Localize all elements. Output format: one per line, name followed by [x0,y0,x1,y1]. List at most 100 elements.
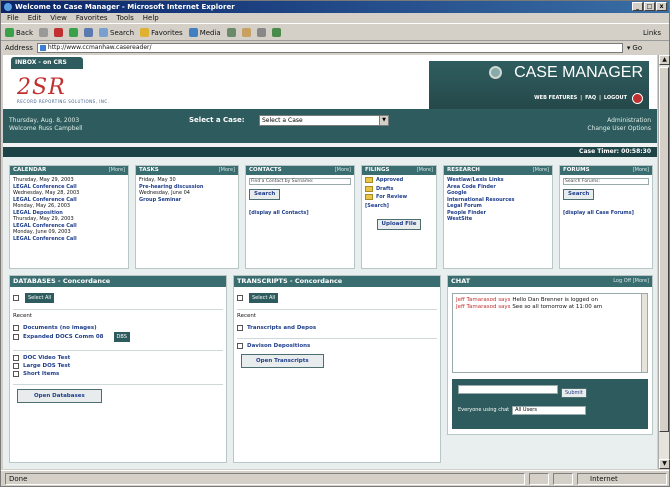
forum-search-input[interactable]: Search Forums: [563,178,649,185]
folder-drafts[interactable]: Drafts [365,186,433,193]
transcript-item[interactable]: Davison Depositions [247,343,310,349]
edit-icon [271,28,281,37]
favorites-button[interactable]: Favorites [140,28,183,37]
db-tag[interactable]: DBS [113,332,130,342]
media-button[interactable]: Media [188,28,221,37]
chat-user: Jeff Tamarasod says [456,304,511,310]
transcript-checkbox[interactable] [237,324,243,331]
contact-search-button[interactable]: Search [249,189,281,200]
address-input[interactable]: http://www.ccmanhaw.casereader/ [36,43,623,53]
menu-favorites[interactable]: Favorites [76,13,108,23]
back-button[interactable]: Back [5,28,33,37]
research-link[interactable]: WestSite [447,216,549,223]
status-text: Done [5,472,525,485]
forum-search-button[interactable]: Search [563,189,595,200]
cal-event[interactable]: LEGAL Conference Call [13,236,125,243]
db-checkbox[interactable] [13,333,19,340]
open-databases-button[interactable]: Open Databases [17,389,102,403]
menu-file[interactable]: File [7,13,19,23]
search-button[interactable]: Search [99,28,134,37]
transcript-item[interactable]: Transcripts and Depos [247,325,316,331]
administration-link[interactable]: Administration [587,117,651,125]
db-video[interactable]: DOC Video Test [23,355,70,361]
print-button[interactable] [256,28,266,37]
display-all-forums-link[interactable]: [display all Case Forums] [563,210,649,217]
menu-tools[interactable]: Tools [117,13,134,23]
close-button[interactable]: x [656,2,667,11]
dropdown-arrow-icon: ▾ [626,44,631,52]
site-header: 2SR RECORD REPORTING SOLUTIONS, INC. CAS… [3,55,657,109]
home-button[interactable] [84,28,93,37]
research-title: RESEARCH [447,167,480,173]
stop-button[interactable] [54,28,63,37]
refresh-button[interactable] [69,28,78,37]
forums-more-link[interactable]: [More] [633,166,649,175]
chat-compose: Submit Everyone using chat All Users [452,379,648,429]
upload-file-button[interactable]: Upload File [376,219,422,230]
nav-logout[interactable]: LOGOUT [604,95,627,101]
folder-for-review[interactable]: For Review [365,194,433,201]
chat-submit-button[interactable]: Submit [561,388,587,398]
task-item[interactable]: Group Seminar [139,197,235,204]
links-label[interactable]: Links [643,29,661,37]
tab-inbox[interactable]: INBOX - on CRS [11,57,83,69]
chat-links[interactable]: Log Off [More] [613,276,649,287]
go-button[interactable]: ▾ Go [627,44,642,52]
vertical-scrollbar[interactable]: ▲ ▼ [658,55,670,469]
menu-edit[interactable]: Edit [28,13,42,23]
filings-title: FILINGS [365,167,390,173]
db-checkbox[interactable] [13,370,19,377]
display-all-contacts-link[interactable]: [display all Contacts] [249,210,351,217]
db-docs[interactable]: Documents (no images) [23,325,97,331]
calendar-more-link[interactable]: [More] [109,166,125,175]
select-all-label[interactable]: Select All [249,293,279,303]
contacts-more-link[interactable]: [More] [335,166,351,175]
tasks-more-link[interactable]: [More] [219,166,235,175]
change-user-options-link[interactable]: Change User Options [587,125,651,133]
folder-approved[interactable]: Approved [365,177,433,184]
db-checkbox[interactable] [13,362,19,369]
select-case-label: Select a Case: [189,116,245,124]
scroll-up-icon[interactable]: ▲ [659,55,670,65]
edit-button[interactable] [271,28,281,37]
db-large[interactable]: Large DOS Test [23,363,70,369]
nav-faq[interactable]: FAQ [585,95,596,101]
chat-log[interactable]: Jeff Tamarasod says Hello Dan Brenner is… [452,293,648,373]
maximize-button[interactable]: □ [644,2,655,11]
select-case-dropdown[interactable]: Select a Case ▼ [259,115,389,126]
select-all-checkbox[interactable] [237,294,243,301]
chevron-down-icon: ▼ [379,116,388,125]
site-logo[interactable]: 2SR [17,75,66,100]
select-all-checkbox[interactable] [13,294,19,301]
logout-icon[interactable] [632,93,643,104]
db-expanded[interactable]: Expanded DOCS Comm 08 [23,334,104,340]
print-icon [256,28,266,37]
nav-web-features[interactable]: WEB FEATURES [534,95,577,101]
scroll-down-icon[interactable]: ▼ [659,459,670,469]
chat-recipient-select[interactable]: All Users [512,406,587,415]
history-button[interactable] [226,28,236,37]
ie-logo-icon [4,3,12,11]
contact-search-input[interactable]: Find a Contact by Surname: [249,178,351,185]
select-all-label[interactable]: Select All [25,293,55,303]
favorites-icon [140,28,150,37]
filings-more-link[interactable]: [More] [417,166,433,175]
forward-button[interactable] [39,28,48,37]
db-checkbox[interactable] [13,354,19,361]
chat-message: See so all tomorrow at 11:00 am [512,304,603,310]
mail-button[interactable] [241,28,251,37]
menu-help[interactable]: Help [143,13,159,23]
transcript-checkbox[interactable] [237,342,243,349]
chat-message-input[interactable] [458,385,558,394]
db-checkbox[interactable] [13,324,19,331]
db-short[interactable]: Short Items [23,371,59,377]
home-icon [84,28,93,37]
filings-search-link[interactable]: [Search] [365,203,433,210]
research-more-link[interactable]: [More] [533,166,549,175]
scroll-thumb[interactable] [659,67,669,432]
status-bar: Done Internet [1,470,669,486]
open-transcripts-button[interactable]: Open Transcripts [241,354,324,368]
chat-scrollbar[interactable] [641,294,647,372]
menu-view[interactable]: View [50,13,67,23]
minimize-button[interactable]: _ [632,2,643,11]
